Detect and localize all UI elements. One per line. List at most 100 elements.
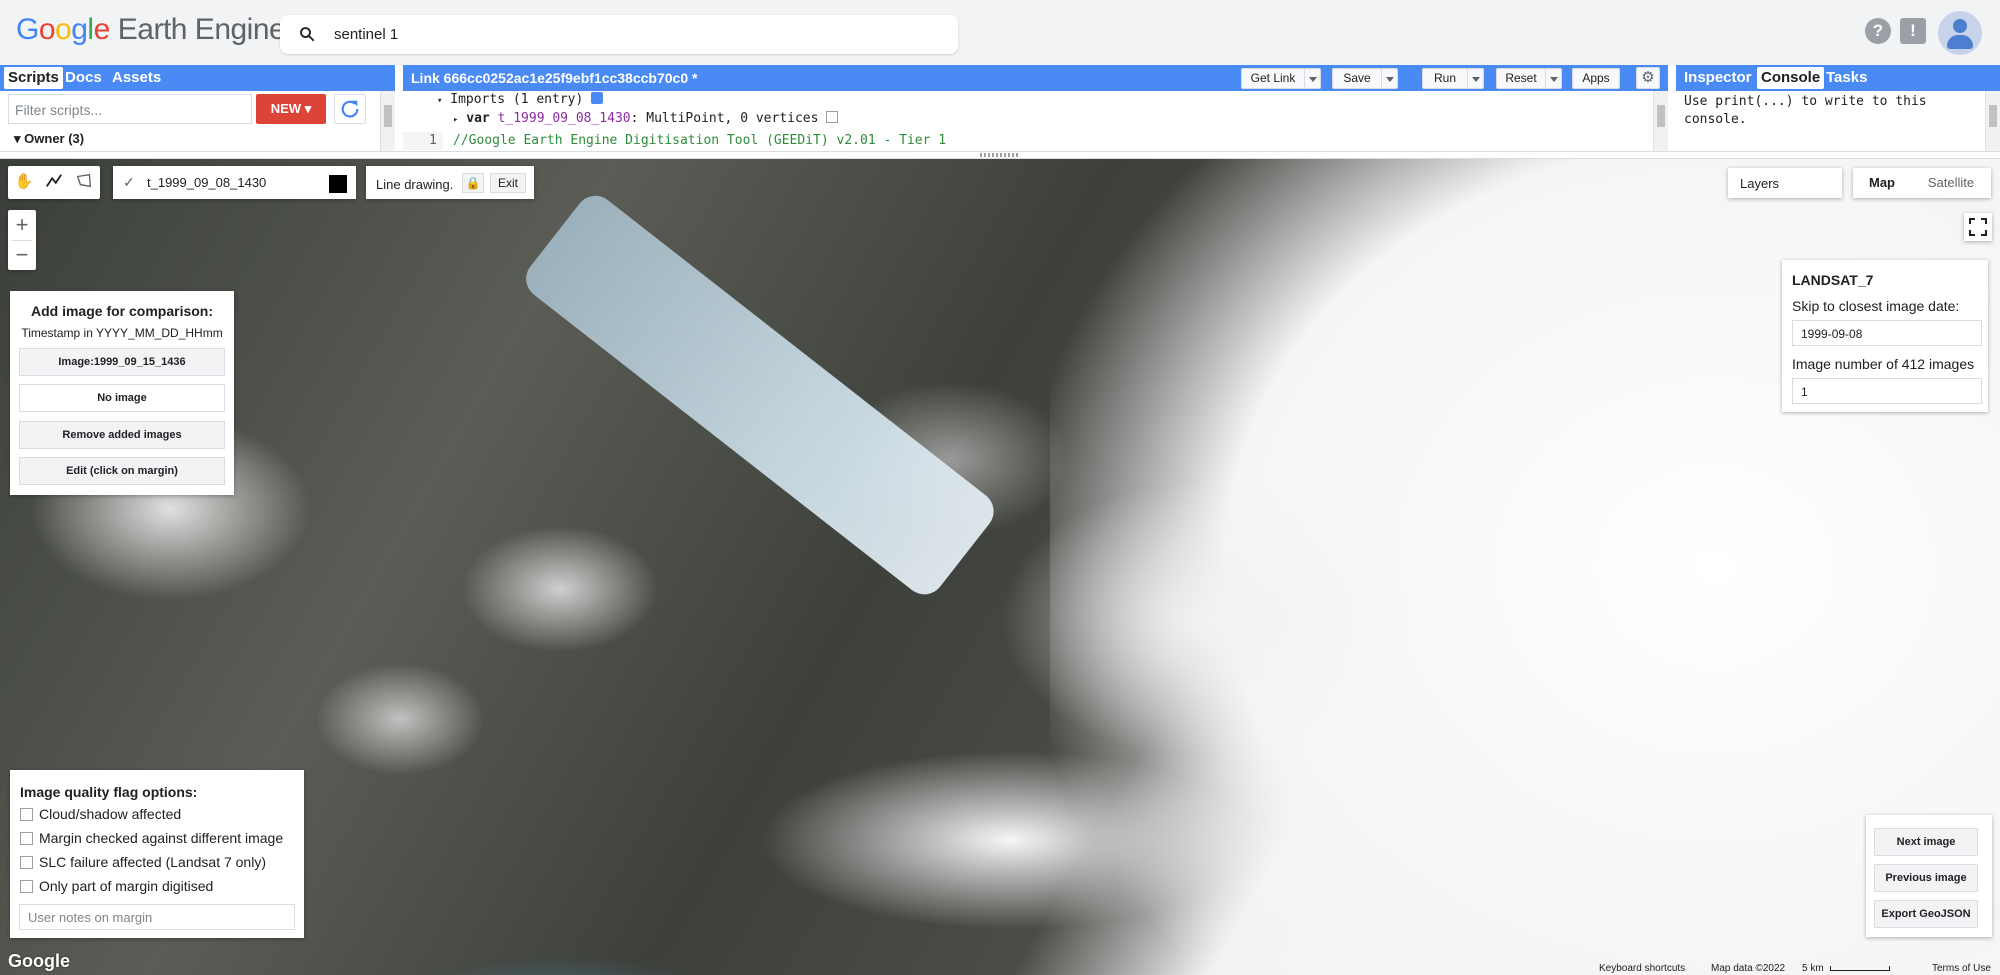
run-button[interactable]: Run [1422, 68, 1484, 89]
panel-splitter[interactable] [0, 151, 2000, 159]
image-count-label: Image number of 412 images [1792, 356, 1975, 372]
tab-tasks[interactable]: Tasks [1826, 69, 1867, 86]
polygon-icon[interactable] [74, 172, 94, 192]
tab-scripts[interactable]: Scripts [4, 67, 63, 89]
tab-assets[interactable]: Assets [112, 69, 161, 86]
scrollbar[interactable] [1653, 91, 1668, 151]
google-watermark: Google [8, 951, 70, 971]
zoom-out-button[interactable]: − [8, 240, 36, 270]
next-image-button[interactable]: Next image [1874, 828, 1978, 856]
comparison-subtitle: Timestamp in YYYY_MM_DD_HHmm [21, 326, 223, 340]
flag-partial[interactable]: Only part of margin digitised [20, 878, 213, 894]
avatar[interactable] [1938, 11, 1982, 55]
reset-label: Reset [1505, 71, 1537, 85]
var-desc: : MultiPoint, 0 vertices [630, 111, 819, 126]
layer-color-swatch[interactable] [329, 175, 347, 193]
comparison-image-button[interactable]: Image:1999_09_15_1436 [19, 348, 225, 376]
scrollbar[interactable] [380, 91, 395, 151]
apps-button[interactable]: Apps [1572, 68, 1620, 89]
reset-button[interactable]: Reset [1496, 68, 1562, 89]
fullscreen-icon[interactable] [1964, 213, 1992, 241]
flag-partial-label: Only part of margin digitised [39, 878, 214, 894]
scale-bar[interactable]: 5 km [1798, 962, 1910, 975]
comparison-panel: Add image for comparison: Timestamp in Y… [10, 291, 234, 495]
chevron-right-icon[interactable]: ▸ [453, 115, 458, 125]
quality-title: Image quality flag options: [20, 784, 198, 800]
checkbox[interactable] [20, 832, 33, 845]
layer-name[interactable]: t_1999_09_08_1430 [147, 175, 266, 190]
exit-button[interactable]: Exit [490, 173, 526, 193]
remove-images-button[interactable]: Remove added images [19, 421, 225, 449]
layers-button[interactable]: Layers [1728, 168, 1842, 198]
skip-date-label: Skip to closest image date: [1792, 298, 1960, 314]
left-panel-tabs: Scripts Docs Assets [0, 65, 395, 91]
previous-image-button[interactable]: Previous image [1874, 864, 1978, 892]
lock-icon[interactable]: 🔒 [462, 173, 484, 193]
date-input[interactable]: 1999-09-08 [1792, 320, 1982, 346]
line-number: 1 [429, 133, 437, 148]
satellite-button[interactable]: Satellite [1911, 168, 1991, 198]
scale-label: 5 km [1802, 963, 1824, 974]
checkbox[interactable] [20, 856, 33, 869]
geometry-layer-row[interactable]: ✓ t_1999_09_08_1430 [113, 166, 356, 199]
code-line[interactable]: 1 //Google Earth Engine Digitisation Too… [403, 132, 1668, 150]
user-notes-input[interactable]: User notes on margin [19, 904, 295, 930]
refresh-button[interactable] [334, 94, 366, 124]
var-keyword: var [466, 111, 490, 126]
chevron-down-icon[interactable]: ▾ [437, 96, 442, 106]
get-link-button[interactable]: Get Link [1241, 68, 1321, 89]
right-panel-tabs: Inspector Console Tasks [1676, 65, 2000, 91]
chevron-down-icon[interactable] [1304, 69, 1320, 88]
export-geojson-button[interactable]: Export GeoJSON [1874, 900, 1978, 928]
ice-sheet [1000, 480, 1420, 760]
checkbox[interactable] [20, 808, 33, 821]
tab-inspector[interactable]: Inspector [1684, 69, 1752, 86]
new-button[interactable]: NEW ▾ [256, 94, 326, 124]
no-image-label: No image [19, 384, 225, 412]
owner-folder[interactable]: ▾ Owner (3) [14, 131, 84, 147]
logo-google: Google [16, 13, 110, 46]
search-box[interactable]: sentinel 1 [280, 15, 958, 54]
checkbox[interactable] [20, 880, 33, 893]
flag-margin-checked[interactable]: Margin checked against different image [20, 830, 283, 846]
owner-label: Owner (3) [24, 131, 85, 146]
map-type-control: Map Satellite [1853, 168, 1991, 198]
edit-import-icon[interactable] [826, 111, 839, 123]
logo-product: Earth Engine [117, 13, 286, 46]
get-link-label: Get Link [1250, 71, 1296, 85]
keyboard-shortcuts-link[interactable]: Keyboard shortcuts [1595, 962, 1690, 975]
chevron-down-icon[interactable] [1381, 69, 1397, 88]
scrollbar[interactable] [1985, 91, 2000, 151]
flag-slc[interactable]: SLC failure affected (Landsat 7 only) [20, 854, 266, 870]
hand-icon[interactable]: ✋ [14, 172, 34, 192]
image-number-input[interactable]: 1 [1792, 378, 1982, 404]
imports-table-icon[interactable] [591, 92, 604, 104]
imports-line[interactable]: Imports (1 entry) [450, 92, 583, 107]
flag-cloud[interactable]: Cloud/shadow affected [20, 806, 181, 822]
chevron-down-icon[interactable] [1545, 69, 1561, 88]
earth-engine-logo[interactable]: Google Earth Engine [16, 13, 286, 47]
tab-console[interactable]: Console [1757, 67, 1825, 89]
landsat-panel: LANDSAT_7 Skip to closest image date: 19… [1782, 260, 1988, 412]
save-button[interactable]: Save [1332, 68, 1398, 89]
script-title[interactable]: Link 666cc0252ac1e25f9ebf1cc38ccb70c0 * [411, 70, 697, 86]
help-icon[interactable]: ? [1865, 18, 1891, 44]
edit-margin-button[interactable]: Edit (click on margin) [19, 457, 225, 485]
feedback-icon[interactable]: ! [1900, 18, 1926, 44]
sensor-title: LANDSAT_7 [1792, 272, 1874, 288]
zoom-in-button[interactable]: + [8, 210, 36, 240]
check-icon[interactable]: ✓ [123, 174, 135, 191]
filter-scripts-input[interactable]: Filter scripts... [8, 94, 252, 124]
new-button-label: NEW [270, 101, 302, 116]
chevron-down-icon[interactable] [1467, 69, 1483, 88]
gear-icon[interactable]: ⚙ [1636, 67, 1660, 89]
line-icon[interactable] [44, 172, 64, 192]
terms-link[interactable]: Terms of Use [1928, 962, 1995, 975]
ice-sheet [760, 750, 1260, 930]
search-input[interactable]: sentinel 1 [334, 26, 398, 43]
image-navigation-panel: Next image Previous image Export GeoJSON [1866, 815, 1992, 937]
map-data-attribution: Map data ©2022 [1707, 962, 1790, 975]
tab-docs[interactable]: Docs [65, 69, 102, 86]
map-button[interactable]: Map [1853, 168, 1911, 198]
save-label: Save [1343, 71, 1371, 85]
